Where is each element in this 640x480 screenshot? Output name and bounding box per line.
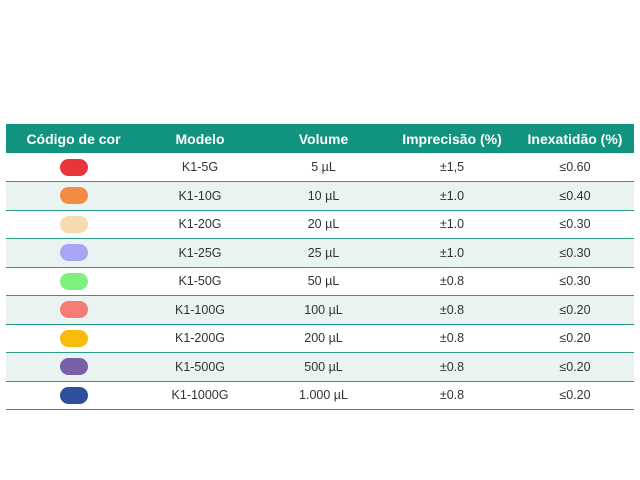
table-row: K1-50G 50 µL ±0.8 ≤0.30 (6, 267, 634, 296)
imprecision-cell: ±0.8 (439, 359, 465, 374)
header-inaccuracy: Inexatidão (%) (527, 130, 623, 147)
volume-cell: 20 µL (307, 217, 340, 232)
color-swatch (59, 272, 88, 290)
header-volume: Volume (298, 130, 349, 147)
model-cell: K1-10G (178, 188, 222, 203)
model-cell: K1-5G (181, 160, 219, 174)
volume-cell: 25 µL (307, 245, 340, 260)
volume-cell: 50 µL (307, 274, 340, 289)
specs-table-container: Código de cor Modelo Volume Imprecisão (… (6, 124, 634, 410)
header-model: Modelo (175, 130, 225, 147)
model-cell: K1-100G (174, 302, 226, 317)
inaccuracy-cell: ≤0.30 (559, 217, 591, 232)
imprecision-cell: ±0.8 (439, 274, 465, 289)
color-code-cell (6, 182, 141, 211)
volume-cell: 1.000 µL (299, 388, 348, 403)
color-code-cell (6, 353, 141, 382)
inaccuracy-cell: ≤0.40 (559, 188, 591, 203)
table-row: K1-100G 100 µL ±0.8 ≤0.20 (6, 295, 634, 325)
inaccuracy-cell: ≤0.20 (559, 359, 591, 374)
color-swatch (59, 301, 88, 319)
pipette-specs-table: Código de cor Modelo Volume Imprecisão (… (6, 124, 634, 410)
color-code-cell (6, 296, 141, 325)
color-swatch (59, 329, 88, 347)
color-code-cell (6, 381, 141, 410)
color-code-cell (6, 210, 141, 239)
table-header: Código de cor Modelo Volume Imprecisão (… (6, 124, 634, 153)
imprecision-cell: ±1.0 (439, 217, 465, 232)
color-code-cell (6, 239, 141, 268)
color-swatch (59, 187, 88, 205)
header-imprecision: Imprecisão (%) (402, 130, 502, 147)
model-cell: K1-20G (178, 217, 222, 232)
model-cell: K1-500G (174, 359, 226, 374)
inaccuracy-cell: ≤0.30 (559, 245, 591, 260)
color-swatch (59, 158, 88, 176)
model-cell: K1-1000G (171, 388, 229, 403)
imprecision-cell: ±1,5 (439, 160, 465, 174)
table-row: K1-500G 500 µL ±0.8 ≤0.20 (6, 352, 634, 382)
model-cell: K1-50G (178, 274, 222, 289)
imprecision-cell: ±0.8 (439, 388, 465, 403)
table-body: K1-5G 5 µL ±1,5 ≤0.60 K1-10G 10 µL ±1.0 ≤0.40 K1… (6, 153, 634, 410)
volume-cell: 5 µL (311, 160, 336, 174)
inaccuracy-cell: ≤0.20 (559, 331, 591, 346)
table-row: K1-25G 25 µL ±1.0 ≤0.30 (6, 238, 634, 268)
volume-cell: 200 µL (304, 331, 343, 346)
color-code-cell (6, 267, 141, 296)
volume-cell: 100 µL (304, 302, 343, 317)
model-cell: K1-200G (174, 331, 226, 346)
table-row: K1-10G 10 µL ±1.0 ≤0.40 (6, 181, 634, 211)
color-code-cell (6, 153, 141, 182)
header-color-code: Código de cor (26, 130, 121, 147)
table-row: K1-200G 200 µL ±0.8 ≤0.20 (6, 324, 634, 353)
imprecision-cell: ±1.0 (439, 188, 465, 203)
table-row: K1-20G 20 µL ±1.0 ≤0.30 (6, 210, 634, 239)
inaccuracy-cell: ≤0.20 (559, 302, 591, 317)
header-row: Código de cor Modelo Volume Imprecisão (… (6, 124, 634, 153)
imprecision-cell: ±0.8 (439, 302, 465, 317)
model-cell: K1-25G (178, 245, 222, 260)
color-swatch (59, 386, 88, 404)
color-swatch (59, 244, 88, 262)
imprecision-cell: ±0.8 (439, 331, 465, 346)
imprecision-cell: ±1.0 (439, 245, 465, 260)
color-code-cell (6, 324, 141, 353)
inaccuracy-cell: ≤0.60 (559, 160, 591, 174)
volume-cell: 10 µL (307, 188, 340, 203)
color-swatch (59, 358, 88, 376)
inaccuracy-cell: ≤0.20 (559, 388, 591, 403)
color-swatch (59, 215, 88, 233)
inaccuracy-cell: ≤0.30 (559, 274, 591, 289)
table-row: K1-1000G 1.000 µL ±0.8 ≤0.20 (6, 381, 634, 410)
table-row: K1-5G 5 µL ±1,5 ≤0.60 (6, 153, 634, 182)
volume-cell: 500 µL (304, 359, 343, 374)
